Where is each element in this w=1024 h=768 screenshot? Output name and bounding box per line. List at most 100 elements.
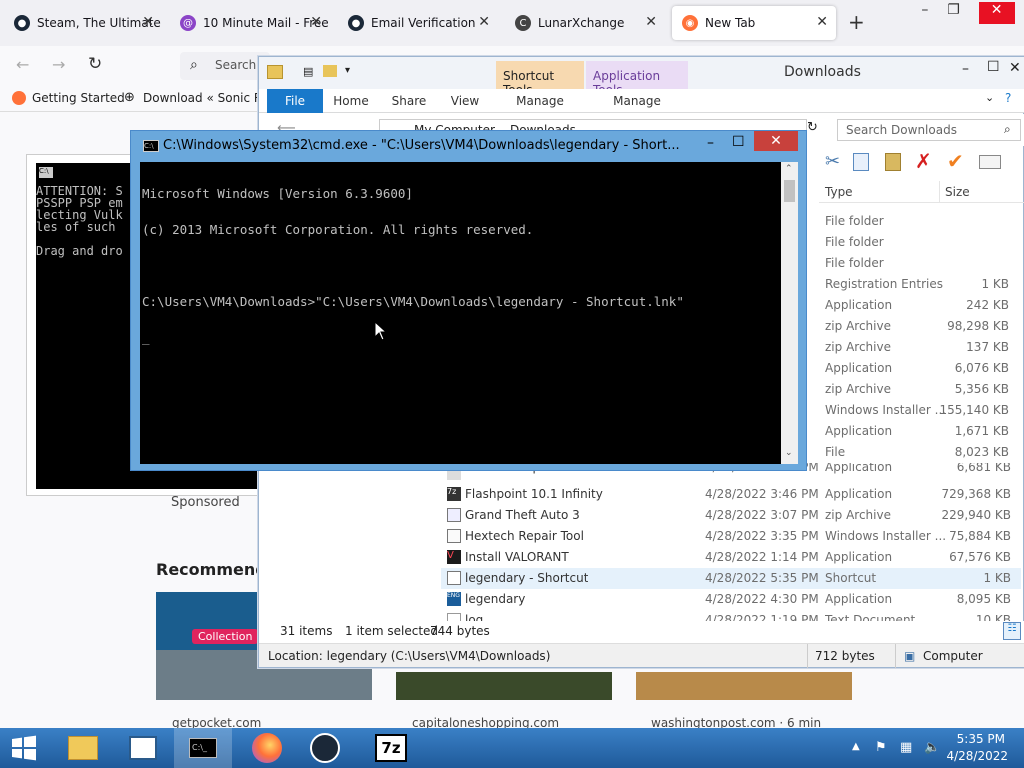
network-icon[interactable]: ▦ xyxy=(900,740,912,755)
copy-icon[interactable] xyxy=(853,153,869,171)
table-row[interactable]: ENG legendary 4/28/2022 4:30 PM Applicat… xyxy=(441,589,1021,610)
recommended-card-image[interactable] xyxy=(396,672,612,700)
cmd-scrollbar[interactable]: ⌃ ⌄ xyxy=(781,162,798,464)
column-size[interactable]: Size xyxy=(945,185,970,199)
taskbar-file-explorer[interactable] xyxy=(54,728,112,768)
minimize-icon[interactable]: – xyxy=(962,61,969,77)
show-hidden-icons[interactable]: ▲ xyxy=(852,741,860,752)
tab-new-tab[interactable]: ◉ New Tab ✕ xyxy=(672,6,836,40)
column-type[interactable]: Type xyxy=(825,185,853,199)
globe-icon: ⊕ xyxy=(124,90,135,105)
close-tab-icon[interactable]: ✕ xyxy=(478,14,490,30)
application-tools-context: Application Tools xyxy=(586,61,688,97)
tab-manage-application[interactable]: Manage xyxy=(586,89,688,113)
bookmark-getting-started[interactable]: Getting Started xyxy=(32,91,125,105)
list-item[interactable]: File folder xyxy=(819,253,1024,274)
delete-icon[interactable]: ✗ xyxy=(915,149,932,173)
close-button[interactable]: ✕ xyxy=(754,131,798,151)
url-search-bar[interactable]: ⌕ Search xyxy=(180,52,270,80)
list-item[interactable]: Registration Entries 1 KB xyxy=(819,274,1024,295)
bookmark-sonic-rob[interactable]: Download « Sonic Rob xyxy=(143,91,277,105)
properties-icon[interactable]: ▤ xyxy=(303,65,313,78)
maximize-icon[interactable]: ☐ xyxy=(732,134,745,150)
list-item[interactable]: Application 242 KB xyxy=(819,295,1024,316)
clock-time[interactable]: 5:35 PM xyxy=(955,732,1005,746)
help-icon[interactable]: ? xyxy=(1005,91,1011,105)
new-tab-button[interactable]: + xyxy=(848,10,865,34)
tab-file[interactable]: File xyxy=(267,89,323,113)
back-arrow-icon[interactable]: ← xyxy=(16,55,29,74)
minimize-icon[interactable]: – xyxy=(921,2,928,24)
location-text: Location: legendary (C:\Users\VM4\Downlo… xyxy=(268,649,551,663)
forward-arrow-icon[interactable]: → xyxy=(52,55,65,74)
tab-manage-shortcut[interactable]: Manage xyxy=(496,89,584,113)
checkmark-icon[interactable]: ✔ xyxy=(947,149,964,173)
table-row[interactable]: 7z Flashpoint 10.1 Infinity 4/28/2022 3:… xyxy=(441,484,1021,505)
close-icon[interactable]: ✕ xyxy=(1009,60,1021,76)
taskbar-steam[interactable] xyxy=(296,728,354,768)
scroll-up-icon[interactable]: ⌃ xyxy=(785,164,793,174)
recommended-card-image[interactable] xyxy=(636,672,852,700)
7zip-icon: 7z xyxy=(447,487,461,501)
action-center-flag-icon[interactable]: ⚑ xyxy=(875,740,887,755)
rename-icon[interactable] xyxy=(979,155,1001,169)
start-button[interactable] xyxy=(0,728,48,768)
list-item[interactable]: zip Archive 137 KB xyxy=(819,337,1024,358)
taskbar-firefox[interactable] xyxy=(238,728,296,768)
expand-ribbon-icon[interactable]: ⌄ xyxy=(985,91,994,104)
list-item[interactable]: File folder xyxy=(819,232,1024,253)
cut-icon[interactable]: ✂ xyxy=(825,151,840,172)
list-item[interactable]: File folder xyxy=(819,211,1024,232)
maximize-icon[interactable]: ☐ xyxy=(987,59,1000,75)
volume-icon[interactable]: 🔈 xyxy=(924,740,940,755)
tab-lunarxchange[interactable]: C LunarXchange ✕ xyxy=(505,6,665,40)
customize-toolbar-icon[interactable]: ▾ xyxy=(345,65,350,76)
cmd-icon: C:\ xyxy=(39,167,53,178)
taskbar-7zip[interactable]: 7z xyxy=(362,728,420,768)
close-tab-icon[interactable]: ✕ xyxy=(142,14,154,30)
close-window-icon[interactable]: ✕ xyxy=(978,2,1015,24)
taskbar-cmd[interactable]: C:\_ xyxy=(174,728,232,768)
taskbar-server-manager[interactable] xyxy=(114,728,172,768)
clock-date[interactable]: 4/28/2022 xyxy=(940,749,1008,763)
close-tab-icon[interactable]: ✕ xyxy=(816,14,828,30)
details-view-icon[interactable]: ☷ xyxy=(1003,622,1021,640)
maximize-icon[interactable]: ❐ xyxy=(947,2,960,24)
list-item[interactable]: Application 1,671 KB xyxy=(819,421,1024,442)
table-row-selected[interactable]: legendary - Shortcut 4/28/2022 5:35 PM S… xyxy=(441,568,1021,589)
tab-email-verification[interactable]: ● Email Verification ✕ xyxy=(338,6,498,40)
list-item[interactable]: File 8,023 KB xyxy=(819,442,1024,463)
cmd-console[interactable]: Microsoft Windows [Version 6.3.9600] (c)… xyxy=(140,162,781,464)
tab-view[interactable]: View xyxy=(443,89,487,113)
table-row[interactable]: Hextech Repair Tool 4/28/2022 3:35 PM Wi… xyxy=(441,526,1021,547)
steam-icon xyxy=(310,733,340,763)
scroll-down-icon[interactable]: ⌄ xyxy=(785,448,793,458)
paste-icon[interactable] xyxy=(885,153,901,171)
details-bar: Location: legendary (C:\Users\VM4\Downlo… xyxy=(259,643,1024,668)
reload-icon[interactable]: ↻ xyxy=(88,54,102,74)
explorer-titlebar: ▤ ▾ Shortcut Tools Application Tools Dow… xyxy=(259,57,1024,97)
tab-share[interactable]: Share xyxy=(387,89,431,113)
refresh-icon[interactable]: ↻ xyxy=(807,120,818,135)
list-item[interactable]: Application 6,076 KB xyxy=(819,358,1024,379)
close-tab-icon[interactable]: ✕ xyxy=(645,14,657,30)
minimize-icon[interactable]: – xyxy=(707,135,714,151)
table-row[interactable]: V Install VALORANT 4/28/2022 1:14 PM App… xyxy=(441,547,1021,568)
archive-icon xyxy=(447,508,461,522)
mail-at-icon: @ xyxy=(180,15,196,31)
computer-label: Computer xyxy=(923,649,983,663)
scroll-thumb[interactable] xyxy=(784,180,795,202)
table-row[interactable]: log 4/28/2022 1:19 PM Text Document 10 K… xyxy=(441,610,1021,621)
list-item[interactable]: zip Archive 98,298 KB xyxy=(819,316,1024,337)
table-row[interactable]: Grand Theft Auto 3 4/28/2022 3:07 PM zip… xyxy=(441,505,1021,526)
new-folder-icon[interactable] xyxy=(323,65,337,77)
cmd-titlebar[interactable]: C:\ C:\Windows\System32\cmd.exe - "C:\Us… xyxy=(131,131,806,161)
list-item[interactable]: Windows Installer ... 155,140 KB xyxy=(819,400,1024,421)
sponsored-label: Sponsored xyxy=(171,495,240,510)
search-downloads-input[interactable]: Search Downloads ⌕ xyxy=(837,119,1021,141)
close-tab-icon[interactable]: ✕ xyxy=(310,14,322,30)
list-item[interactable]: zip Archive 5,356 KB xyxy=(819,379,1024,400)
tab-steam[interactable]: ● Steam, The Ultimate ✕ xyxy=(4,6,162,40)
tab-home[interactable]: Home xyxy=(329,89,373,113)
tab-10-minute-mail[interactable]: @ 10 Minute Mail - Free ✕ xyxy=(170,6,330,40)
